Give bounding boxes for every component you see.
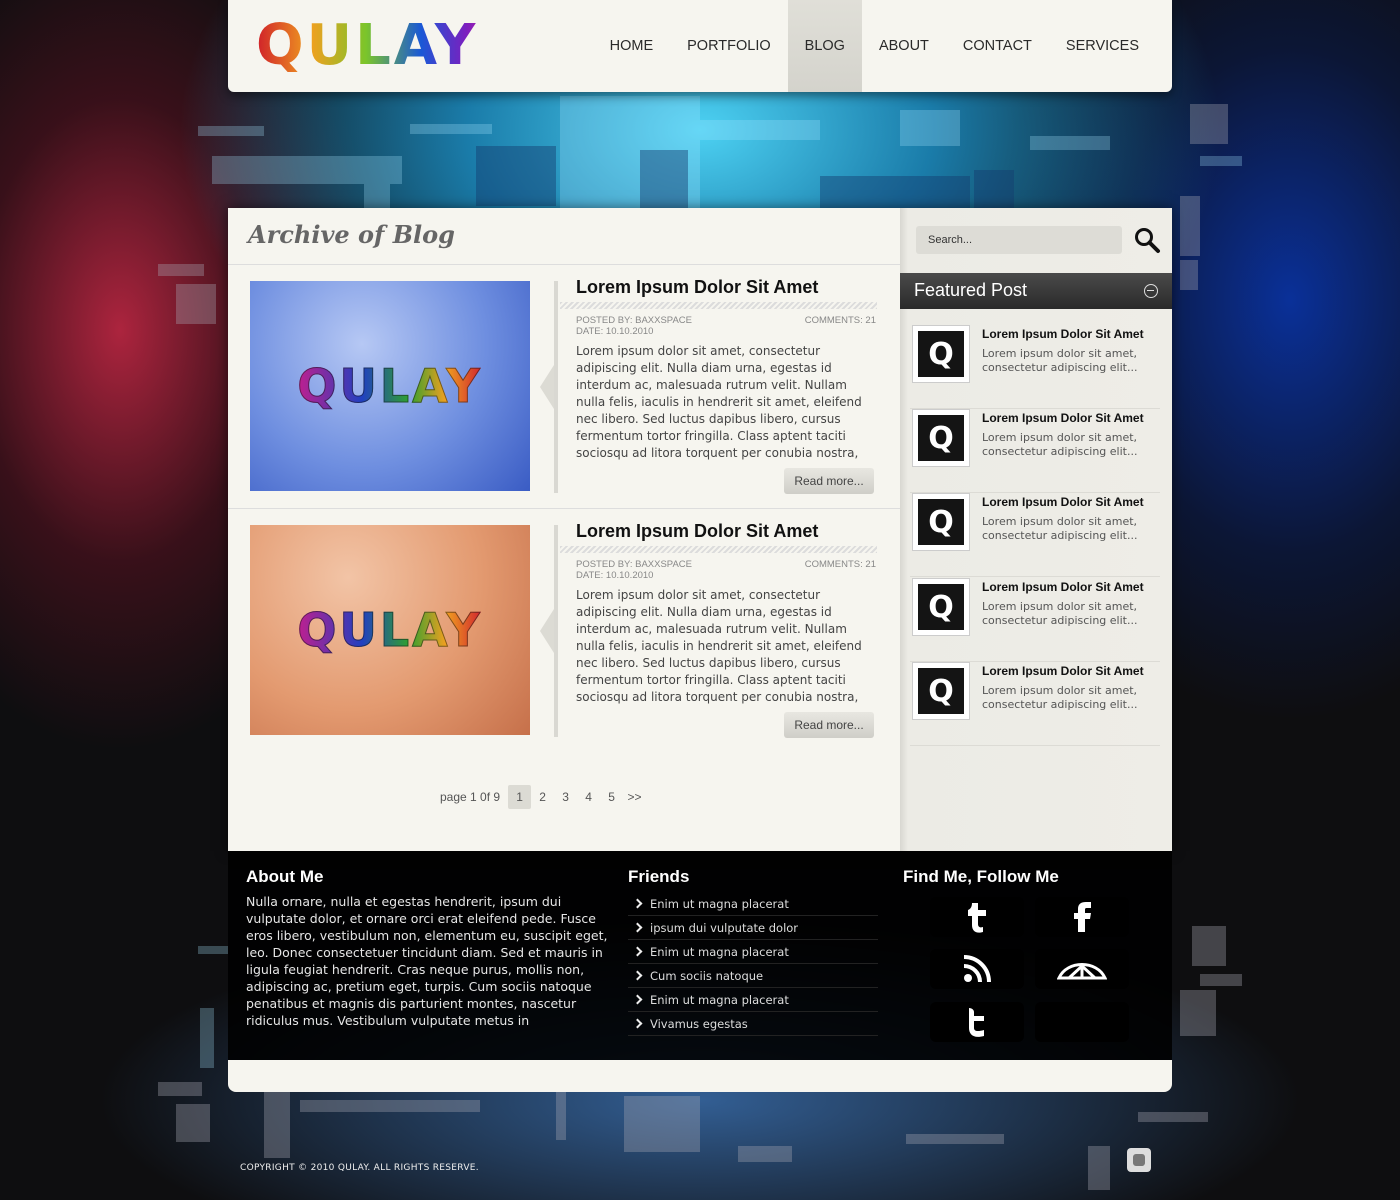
nav-services[interactable]: SERVICES bbox=[1049, 0, 1156, 92]
about-me-text: Nulla ornare, nulla et egestas hendrerit… bbox=[246, 894, 608, 1028]
featured-post-item-text: Lorem ipsum dolor sit amet, consectetur … bbox=[982, 600, 1138, 627]
post-thumbnail[interactable]: QULAY bbox=[250, 525, 530, 735]
featured-post-item-text: Lorem ipsum dolor sit amet, consectetur … bbox=[982, 515, 1138, 542]
featured-post-item-title[interactable]: Lorem Ipsum Dolor Sit Amet bbox=[982, 580, 1144, 594]
copyright-text: COPYRIGHT © 2010 QULAY. ALL RIGHTS RESER… bbox=[240, 1163, 479, 1173]
search-icon[interactable] bbox=[1133, 226, 1161, 254]
page-link-3[interactable]: 3 bbox=[554, 785, 577, 809]
featured-post-item-title[interactable]: Lorem Ipsum Dolor Sit Amet bbox=[982, 664, 1144, 678]
featured-post-item-title[interactable]: Lorem Ipsum Dolor Sit Amet bbox=[982, 327, 1144, 341]
post-title[interactable]: Lorem Ipsum Dolor Sit Amet bbox=[576, 277, 818, 298]
twitter-icon[interactable] bbox=[930, 1002, 1024, 1042]
site-footer: About Me Nulla ornare, nulla et egestas … bbox=[228, 851, 1172, 1060]
nav-home[interactable]: HOME bbox=[593, 0, 671, 92]
page-title: Archive of Blog bbox=[248, 220, 455, 249]
nav-blog[interactable]: BLOG bbox=[787, 0, 862, 92]
chevron-right-icon bbox=[632, 994, 643, 1005]
friends-list: Enim ut magna placerat ipsum dui vulputa… bbox=[628, 892, 878, 1036]
featured-post-thumbnail: Q bbox=[912, 325, 970, 383]
search-input[interactable] bbox=[916, 226, 1122, 254]
post-separator-bar bbox=[554, 525, 558, 737]
post-divider bbox=[228, 508, 900, 509]
post-author: POSTED BY: BAXXSPACE bbox=[576, 315, 692, 326]
follow-heading: Find Me, Follow Me bbox=[903, 867, 1059, 886]
footer-bottom-strip bbox=[228, 1060, 1172, 1092]
post-separator-bar bbox=[554, 281, 558, 493]
blogger-icon[interactable] bbox=[1127, 1148, 1151, 1172]
pointer-arrow bbox=[540, 609, 554, 653]
pagination: page 1 0f 9 1 2 3 4 5 >> bbox=[440, 785, 646, 809]
blog-post: QULAY Lorem Ipsum Dolor Sit Amet POSTED … bbox=[228, 521, 900, 759]
title-hatch-divider bbox=[560, 302, 877, 309]
post-comments-count[interactable]: COMMENTS: 21 bbox=[805, 315, 876, 326]
title-hatch-divider bbox=[560, 546, 877, 553]
friends-heading: Friends bbox=[628, 867, 690, 886]
main-panel: Archive of Blog QULAY Lorem Ipsum Dolor … bbox=[228, 208, 1172, 851]
title-divider bbox=[228, 264, 900, 265]
featured-post-item-text: Lorem ipsum dolor sit amet, consectetur … bbox=[982, 684, 1138, 711]
nav-about[interactable]: ABOUT bbox=[862, 0, 946, 92]
page-link-4[interactable]: 4 bbox=[577, 785, 600, 809]
friend-link[interactable]: Vivamus egestas bbox=[628, 1012, 878, 1036]
site-header: QULAY HOME PORTFOLIO BLOG ABOUT CONTACT … bbox=[228, 0, 1172, 92]
main-nav: HOME PORTFOLIO BLOG ABOUT CONTACT SERVIC… bbox=[593, 0, 1156, 92]
featured-post-item[interactable]: Q Lorem Ipsum Dolor Sit Amet Lorem ipsum… bbox=[910, 662, 1160, 746]
post-date: DATE: 10.10.2010 bbox=[576, 326, 654, 337]
social-placeholder-icon[interactable] bbox=[1035, 1002, 1129, 1042]
friend-link[interactable]: Enim ut magna placerat bbox=[628, 940, 878, 964]
page-link-5[interactable]: 5 bbox=[600, 785, 623, 809]
friend-link[interactable]: ipsum dui vulputate dolor bbox=[628, 916, 878, 940]
read-more-button[interactable]: Read more... bbox=[784, 712, 874, 738]
nav-contact[interactable]: CONTACT bbox=[946, 0, 1049, 92]
friend-link[interactable]: Cum sociis natoque bbox=[628, 964, 878, 988]
about-me-heading: About Me bbox=[246, 867, 324, 886]
friend-link[interactable]: Enim ut magna placerat bbox=[628, 988, 878, 1012]
featured-post-item[interactable]: Q Lorem Ipsum Dolor Sit Amet Lorem ipsum… bbox=[910, 578, 1160, 662]
featured-post-header: Featured Post bbox=[900, 273, 1172, 309]
featured-post-item[interactable]: Q Lorem Ipsum Dolor Sit Amet Lorem ipsum… bbox=[910, 325, 1160, 409]
post-author: POSTED BY: BAXXSPACE bbox=[576, 559, 692, 570]
post-comments-count[interactable]: COMMENTS: 21 bbox=[805, 559, 876, 570]
featured-post-title: Featured Post bbox=[914, 280, 1028, 300]
tumblr-icon[interactable] bbox=[930, 897, 1024, 937]
blog-post: QULAY Lorem Ipsum Dolor Sit Amet POSTED … bbox=[228, 277, 900, 515]
featured-post-item[interactable]: Q Lorem Ipsum Dolor Sit Amet Lorem ipsum… bbox=[910, 493, 1160, 577]
nav-portfolio[interactable]: PORTFOLIO bbox=[670, 0, 788, 92]
rss-icon[interactable] bbox=[930, 949, 1024, 989]
post-title[interactable]: Lorem Ipsum Dolor Sit Amet bbox=[576, 521, 818, 542]
read-more-button[interactable]: Read more... bbox=[784, 468, 874, 494]
site-logo[interactable]: QULAY bbox=[256, 14, 506, 78]
chevron-right-icon bbox=[632, 922, 643, 933]
post-excerpt: Lorem ipsum dolor sit amet, consectetur … bbox=[576, 344, 862, 460]
post-thumbnail[interactable]: QULAY bbox=[250, 281, 530, 491]
featured-post-item-title[interactable]: Lorem Ipsum Dolor Sit Amet bbox=[982, 411, 1144, 425]
chevron-right-icon bbox=[632, 970, 643, 981]
collapse-icon[interactable] bbox=[1144, 284, 1158, 298]
facebook-icon[interactable] bbox=[1035, 897, 1129, 937]
chevron-right-icon bbox=[632, 898, 643, 909]
deviantart-icon[interactable] bbox=[1035, 949, 1129, 989]
featured-post-thumbnail: Q bbox=[912, 662, 970, 720]
featured-post-item-text: Lorem ipsum dolor sit amet, consectetur … bbox=[982, 431, 1138, 458]
page-link-2[interactable]: 2 bbox=[531, 785, 554, 809]
pointer-arrow bbox=[540, 365, 554, 409]
featured-post-thumbnail: Q bbox=[912, 409, 970, 467]
featured-post-item[interactable]: Q Lorem Ipsum Dolor Sit Amet Lorem ipsum… bbox=[910, 409, 1160, 493]
featured-post-item-text: Lorem ipsum dolor sit amet, consectetur … bbox=[982, 347, 1138, 374]
sidebar: Featured Post Q Lorem Ipsum Dolor Sit Am… bbox=[900, 208, 1172, 851]
featured-post-item-title[interactable]: Lorem Ipsum Dolor Sit Amet bbox=[982, 495, 1144, 509]
post-excerpt: Lorem ipsum dolor sit amet, consectetur … bbox=[576, 588, 862, 704]
chevron-right-icon bbox=[632, 1018, 643, 1029]
page-next-button[interactable]: >> bbox=[623, 785, 646, 809]
chevron-right-icon bbox=[632, 946, 643, 957]
blog-content: Archive of Blog QULAY Lorem Ipsum Dolor … bbox=[228, 208, 900, 851]
page-indicator: page 1 0f 9 bbox=[440, 790, 501, 804]
post-date: DATE: 10.10.2010 bbox=[576, 570, 654, 581]
featured-post-thumbnail: Q bbox=[912, 493, 970, 551]
featured-post-thumbnail: Q bbox=[912, 578, 970, 636]
page-link-1[interactable]: 1 bbox=[508, 785, 532, 809]
friend-link[interactable]: Enim ut magna placerat bbox=[628, 892, 878, 916]
